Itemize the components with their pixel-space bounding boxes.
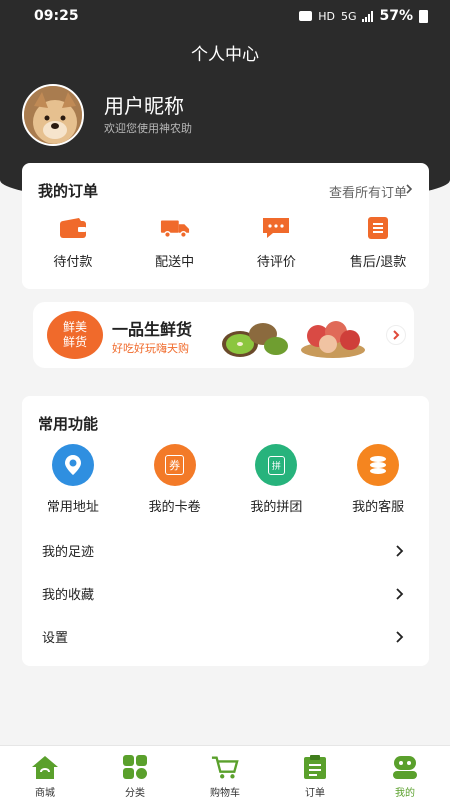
tab-mall[interactable]: 商城 [0,746,90,800]
func-coupons[interactable]: 券 我的卡卷 [124,444,226,515]
chevron-right-icon [396,587,404,600]
chevron-right-icon [396,630,404,643]
common-functions-card: 常用功能 常用地址 券 我的卡卷 拼 我的拼团 我的客服 我的足迹 我的收藏 设… [22,396,429,666]
func-label: 常用地址 [46,500,99,515]
avatar[interactable] [22,84,84,146]
functions-title: 常用功能 [38,415,99,433]
banner-subtitle: 好吃好玩嗨天购 [112,342,189,355]
order-item-label: 待评价 [256,255,296,270]
signal-label: 5G [340,9,357,23]
network-label: HD [318,9,335,23]
badge-line-2: 鲜货 [62,335,87,349]
func-label: 我的卡卷 [148,500,201,515]
profile-icon [391,753,419,781]
order-item-label: 售后/退款 [349,255,407,270]
signal-icon [362,10,374,22]
user-nickname[interactable]: 用户昵称 [104,90,184,119]
fresh-badge: 鲜美 鲜货 [47,311,103,359]
banner-arrow-button[interactable] [386,325,406,345]
chevron-right-icon [393,330,400,340]
fruit-image [222,321,365,358]
truck-icon [160,215,190,241]
function-list: 我的足迹 我的收藏 设置 [22,529,429,658]
order-item-label: 待付款 [53,255,93,270]
chevron-right-icon [396,544,404,557]
banner-title: 一品生鲜货 [112,320,193,339]
orders-title: 我的订单 [38,182,99,200]
func-customer-service[interactable]: 我的客服 [327,444,429,515]
tab-label: 购物车 [210,788,240,799]
list-item-label: 设置 [42,631,69,646]
func-address[interactable]: 常用地址 [22,444,124,515]
group-buy-icon: 拼 [255,444,298,486]
status-time: 09:25 [34,8,79,24]
order-to-review[interactable]: 待评价 [226,215,328,270]
comment-icon [261,215,291,241]
order-icon [301,753,329,781]
func-label: 我的客服 [352,500,405,515]
list-item-label: 我的足迹 [42,545,95,560]
welcome-text: 欢迎您使用神农助 [104,122,192,135]
list-item-favorites[interactable]: 我的收藏 [22,572,429,615]
list-item-settings[interactable]: 设置 [22,615,429,658]
coupon-icon: 券 [153,444,196,486]
battery-level: 57% [379,8,413,24]
order-after-sales[interactable]: 售后/退款 [327,215,429,270]
func-group-buy[interactable]: 拼 我的拼团 [226,444,328,515]
message-icon [299,11,313,21]
location-icon [51,444,94,486]
list-item-label: 我的收藏 [42,588,95,603]
bottom-tab-bar: 商城 分类 购物车 订单 我的 [0,745,450,800]
cart-icon [211,753,239,781]
chevron-right-icon [406,184,413,194]
tab-cart[interactable]: 购物车 [180,746,270,800]
wallet-icon [58,215,88,241]
tab-label: 分类 [125,788,145,799]
view-all-orders-link[interactable]: 查看所有订单 [329,182,407,201]
tab-label: 我的 [395,788,415,799]
home-icon [31,753,59,781]
service-icon [357,444,400,486]
order-item-label: 配送中 [155,255,195,270]
category-icon [121,753,149,781]
order-delivering[interactable]: 配送中 [124,215,226,270]
badge-line-1: 鲜美 [62,320,87,334]
list-item-footprint[interactable]: 我的足迹 [22,529,429,572]
page-title: 个人中心 [191,45,259,65]
tab-profile[interactable]: 我的 [360,746,450,800]
orders-card: 我的订单 查看所有订单 待付款 配送中 待评价 售后/退款 [22,163,429,289]
tab-category[interactable]: 分类 [90,746,180,800]
order-pending-payment[interactable]: 待付款 [22,215,124,270]
status-right: HD 5G 57% [299,8,428,24]
status-bar: 09:25 HD 5G 57% [0,6,450,28]
battery-icon [419,9,428,23]
tab-orders[interactable]: 订单 [270,746,360,800]
refund-icon [363,215,393,241]
tab-label: 订单 [305,788,325,799]
func-label: 我的拼团 [250,500,303,515]
promo-banner[interactable]: 鲜美 鲜货 一品生鲜货 好吃好玩嗨天购 [33,302,414,368]
coupon-glyph: 券 [165,455,185,475]
group-buy-glyph: 拼 [267,455,285,475]
tab-label: 商城 [35,788,55,799]
